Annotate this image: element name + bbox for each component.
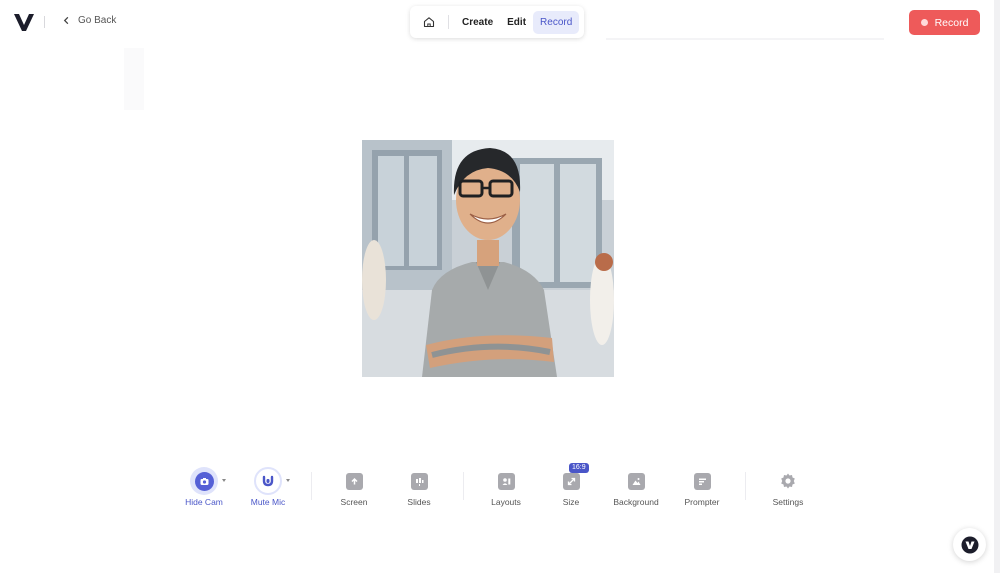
screen-share-icon [345,472,363,490]
background-label: Background [613,497,659,507]
hide-cam-button[interactable]: Hide Cam [169,464,239,507]
screen-button[interactable]: Screen [319,464,389,507]
mode-switcher: Create Edit Record [410,6,584,38]
camera-options-chevron-down-icon[interactable] [222,479,226,482]
size-label: Size [562,497,580,507]
camera-preview [362,140,614,377]
settings-button[interactable]: Settings [753,464,823,507]
recorder-app: Go Back Create Edit Record Record Hide C… [0,0,1000,573]
home-icon [423,17,435,28]
help-chat-button[interactable] [953,528,986,561]
record-button-label: Record [934,16,969,29]
toolbar-divider [311,472,312,500]
mode-divider [448,15,449,29]
home-button[interactable] [414,10,444,34]
faint-panel-edge [124,48,144,110]
mute-mic-label: Mute Mic [250,497,286,507]
go-back-link[interactable]: Go Back [62,15,116,26]
slides-icon [410,472,428,490]
brand-logo-icon[interactable] [14,14,34,31]
toolbar-divider [745,472,746,500]
layouts-icon [497,472,515,490]
settings-label: Settings [772,497,804,507]
record-button[interactable]: Record [909,10,980,35]
slides-label: Slides [407,497,431,507]
header-divider [44,16,45,28]
chevron-left-icon [63,16,69,25]
tab-record[interactable]: Record [533,10,580,34]
background-image-icon [627,472,645,490]
screen-label: Screen [340,497,368,507]
mute-mic-button[interactable]: Mute Mic [233,464,303,507]
layouts-button[interactable]: Layouts [471,464,541,507]
aspect-ratio-badge: 16:9 [569,463,589,473]
background-button[interactable]: Background [601,464,671,507]
prompter-label: Prompter [684,497,720,507]
window-edge [994,0,1000,573]
layouts-label: Layouts [491,497,521,507]
gear-icon [781,473,795,489]
resize-icon [562,472,580,490]
camera-feed-image [362,140,614,377]
tab-edit[interactable]: Edit [500,11,533,34]
go-back-label: Go Back [78,15,117,26]
prompter-icon [693,472,711,490]
record-dot-icon [920,19,928,26]
faint-divider [606,38,884,40]
chat-logo-icon [961,536,978,553]
mic-options-chevron-down-icon[interactable] [286,479,290,482]
tab-create[interactable]: Create [455,11,500,34]
size-button[interactable]: 16:9 Size [536,463,606,507]
prompter-button[interactable]: Prompter [667,464,737,507]
toolbar-divider [463,472,464,500]
camera-icon [190,467,218,495]
slides-button[interactable]: Slides [384,464,454,507]
microphone-icon [254,467,282,495]
hide-cam-label: Hide Cam [185,497,223,507]
recording-toolbar: Hide Cam Mute Mic Screen Slides Layouts … [0,463,994,514]
